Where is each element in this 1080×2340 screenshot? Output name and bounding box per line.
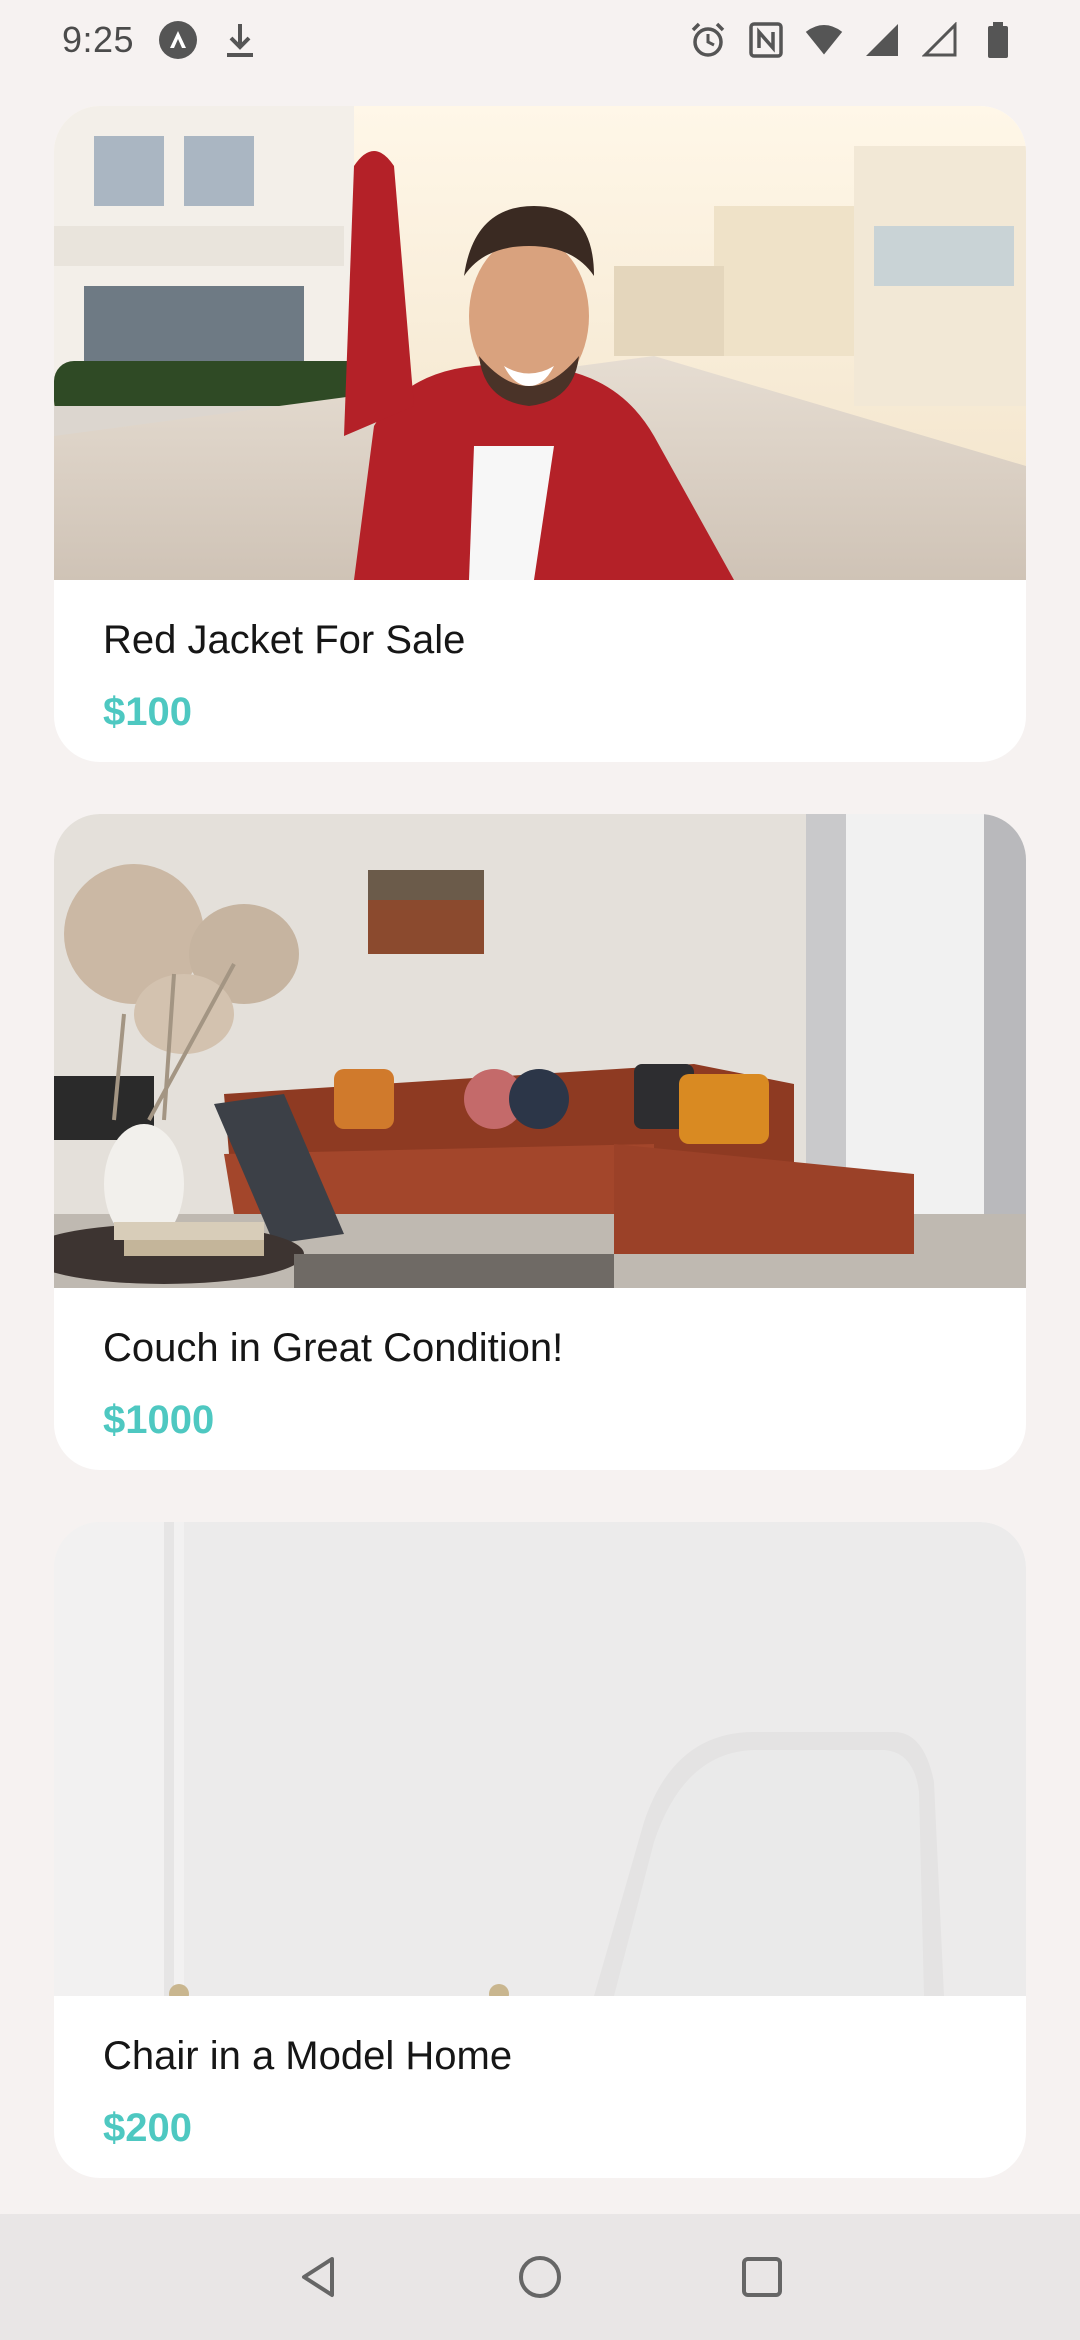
back-icon[interactable] [282,2241,354,2313]
listing-price: $1000 [103,1398,215,1442]
recents-icon[interactable] [726,2241,798,2313]
listing-price: $100 [103,690,192,734]
listing-title: Chair in a Model Home [103,2034,513,2078]
system-nav-bar [0,2214,1080,2340]
nfc-icon [746,20,786,60]
app-a-icon [158,20,198,60]
status-time: 9:25 [62,19,135,60]
listing-body: Chair in a Model Home $200 [54,1996,1026,2152]
listing-card[interactable]: Red Jacket For Sale $100 [54,106,1026,762]
listing-card[interactable]: Chair in a Model Home $200 [54,1522,1026,2178]
download-icon [220,20,260,60]
home-icon[interactable] [504,2241,576,2313]
signal-empty-icon [920,20,960,60]
listing-image[interactable] [54,1522,1026,1996]
listing-body: Red Jacket For Sale $100 [54,580,1026,736]
listings-feed[interactable]: Red Jacket For Sale $100 Couch in Great … [54,106,1026,2230]
status-bar: 9:25 [0,0,1080,80]
listing-price: $200 [103,2106,192,2150]
status-right [670,20,1018,60]
listing-image[interactable] [54,106,1026,580]
wifi-icon [804,20,844,60]
listing-body: Couch in Great Condition! $1000 [54,1288,1026,1444]
status-left: 9:25 [62,19,282,61]
listing-image[interactable] [54,814,1026,1288]
signal-icon [862,20,902,60]
alarm-icon [688,20,728,60]
listing-card[interactable]: Couch in Great Condition! $1000 [54,814,1026,1470]
listing-title: Couch in Great Condition! [103,1326,564,1370]
listing-title: Red Jacket For Sale [103,618,466,662]
battery-icon [978,20,1018,60]
